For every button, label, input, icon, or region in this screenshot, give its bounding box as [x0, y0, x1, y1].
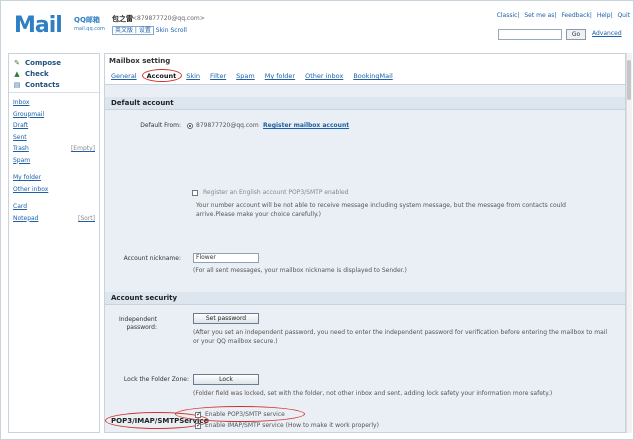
user-name: 包之雷 [112, 15, 133, 23]
tab-filter[interactable]: Filter [210, 72, 226, 80]
scrollbar[interactable] [626, 53, 632, 433]
account-tab-highlight [142, 69, 182, 82]
user-email: <879877720@qq.com> [132, 15, 205, 22]
sidebar-item-my-folder[interactable]: My folder [13, 174, 95, 186]
tab-my-folder[interactable]: My folder [265, 72, 295, 80]
contacts-icon: ▤ [13, 80, 21, 89]
folder-label: Other inbox [13, 185, 49, 193]
contacts-button[interactable]: ▤ Contacts [13, 79, 95, 90]
register-account-link-text: Register mailbox account [263, 122, 350, 129]
user-links: 英文版 | 设置 Skin Scroll [112, 25, 187, 35]
sidebar-item-trash[interactable]: Trash [Empty] [13, 145, 95, 157]
nickname-input[interactable]: Flower [193, 253, 259, 263]
header: Mail QQ邮箱 mail.qq.com 包之雷 <879877720@qq.… [0, 0, 634, 50]
compose-icon: ✎ [14, 58, 20, 67]
sidebar-item-sent[interactable]: Sent [13, 134, 95, 146]
english-account-label: Register an English account POP3/SMTP en… [203, 189, 349, 196]
folder-list: Inbox Groupmail Draft Sent Trash [Empty] … [9, 93, 99, 232]
folder-label: Spam [13, 156, 31, 164]
lock-folder-label: Lock the Folder Zone: [123, 376, 189, 383]
check-mail-icon: ▲ [14, 69, 20, 78]
advanced-search-link[interactable]: Advanced [592, 30, 622, 37]
sidebar-item-other-inbox[interactable]: Other inbox [13, 186, 95, 198]
logo[interactable]: Mail [14, 13, 63, 38]
tab-other-inbox[interactable]: Other inbox [305, 72, 343, 80]
default-from-radio[interactable] [187, 123, 193, 129]
empty-trash-link[interactable]: [Empty] [71, 145, 95, 157]
enable-pop3-highlight [175, 406, 305, 422]
top-link-quit[interactable]: Quit [617, 12, 630, 19]
english-account-checkbox[interactable] [192, 190, 198, 196]
english-settings-link[interactable]: 英文版 | 设置 [112, 26, 154, 35]
default-from-value: 879877720@qq.com [196, 122, 259, 129]
contacts-label: Contacts [25, 80, 60, 89]
independent-password-label: Independent password: [118, 316, 157, 331]
independent-password-hint: (After you set an independent password, … [193, 329, 608, 345]
nickname-hint: (For all sent messages, your mailbox nic… [193, 267, 407, 274]
sidebar: ✎ Compose ▲ Check ▤ Contacts Inbox Group… [8, 53, 100, 433]
set-password-button[interactable]: Set password [193, 313, 259, 324]
section-default-account: Default account [105, 97, 625, 110]
scrollbar-thumb[interactable] [627, 60, 631, 100]
logo-domain: mail.qq.com [74, 26, 105, 32]
folder-label: Trash [13, 145, 29, 152]
settings-panel: Mailbox setting General Account Skin Fil… [104, 53, 626, 433]
enable-imap-label: Enable IMAP/SMTP service (How to make it… [205, 422, 379, 429]
compose-button[interactable]: ✎ Compose [13, 57, 95, 68]
top-link-classic[interactable]: Classic [497, 12, 518, 19]
enable-imap-checkbox[interactable] [195, 421, 202, 429]
folder-label: Draft [13, 122, 29, 129]
check-mail-button[interactable]: ▲ Check [13, 68, 95, 79]
tab-skin[interactable]: Skin [186, 72, 200, 80]
nickname-label: Account nickname: [123, 255, 181, 262]
folder-label: Inbox [13, 99, 30, 106]
folder-label: Notepad [13, 214, 39, 222]
sidebar-item-groupmail[interactable]: Groupmail [13, 111, 95, 123]
sidebar-item-card[interactable]: Card [13, 203, 95, 215]
settings-content: Default account Default From: 879877720@… [105, 84, 625, 432]
tab-bookingmail[interactable]: BookingMail [353, 72, 392, 80]
folder-label: Card [13, 203, 28, 210]
skin-link[interactable]: Skin [156, 27, 169, 34]
lock-folder-hint: (Folder field was locked, set with the f… [193, 390, 553, 397]
search-input[interactable] [498, 29, 562, 40]
compose-label: Compose [25, 58, 61, 67]
check-mail-label: Check [25, 69, 49, 78]
folder-label: Groupmail [13, 110, 45, 118]
sidebar-actions: ✎ Compose ▲ Check ▤ Contacts [9, 54, 99, 93]
sidebar-item-spam[interactable]: Spam [13, 157, 95, 169]
top-links: Classic| Set me as| Feedback| Help| Quit [496, 12, 630, 19]
tab-spam[interactable]: Spam [236, 72, 255, 80]
sidebar-item-draft[interactable]: Draft [13, 122, 95, 134]
lock-folder-button[interactable]: Lock [193, 374, 259, 385]
sidebar-item-inbox[interactable]: Inbox [13, 99, 95, 111]
logo-brand: QQ邮箱 [74, 16, 100, 24]
folder-label: My folder [13, 174, 42, 181]
sidebar-item-notepad[interactable]: Notepad [Sort] [13, 215, 95, 227]
top-link-setme[interactable]: Set me as [524, 12, 554, 19]
page-title: Mailbox setting [105, 54, 625, 68]
sort-link[interactable]: [Sort] [78, 215, 95, 227]
tab-general[interactable]: General [111, 72, 137, 80]
logo-text: Mail [14, 13, 63, 38]
search-button[interactable]: Go [566, 29, 586, 40]
account-notice: Your number account will be not able to … [196, 202, 566, 218]
folder-label: Sent [13, 133, 27, 141]
top-link-feedback[interactable]: Feedback [561, 12, 590, 19]
scroll-link[interactable]: Scroll [170, 27, 186, 34]
top-link-help[interactable]: Help [597, 12, 611, 19]
default-from-label: Default From: [140, 122, 181, 129]
section-account-security: Account security [105, 292, 625, 305]
register-account-link[interactable]: Register mailbox account [263, 121, 349, 130]
